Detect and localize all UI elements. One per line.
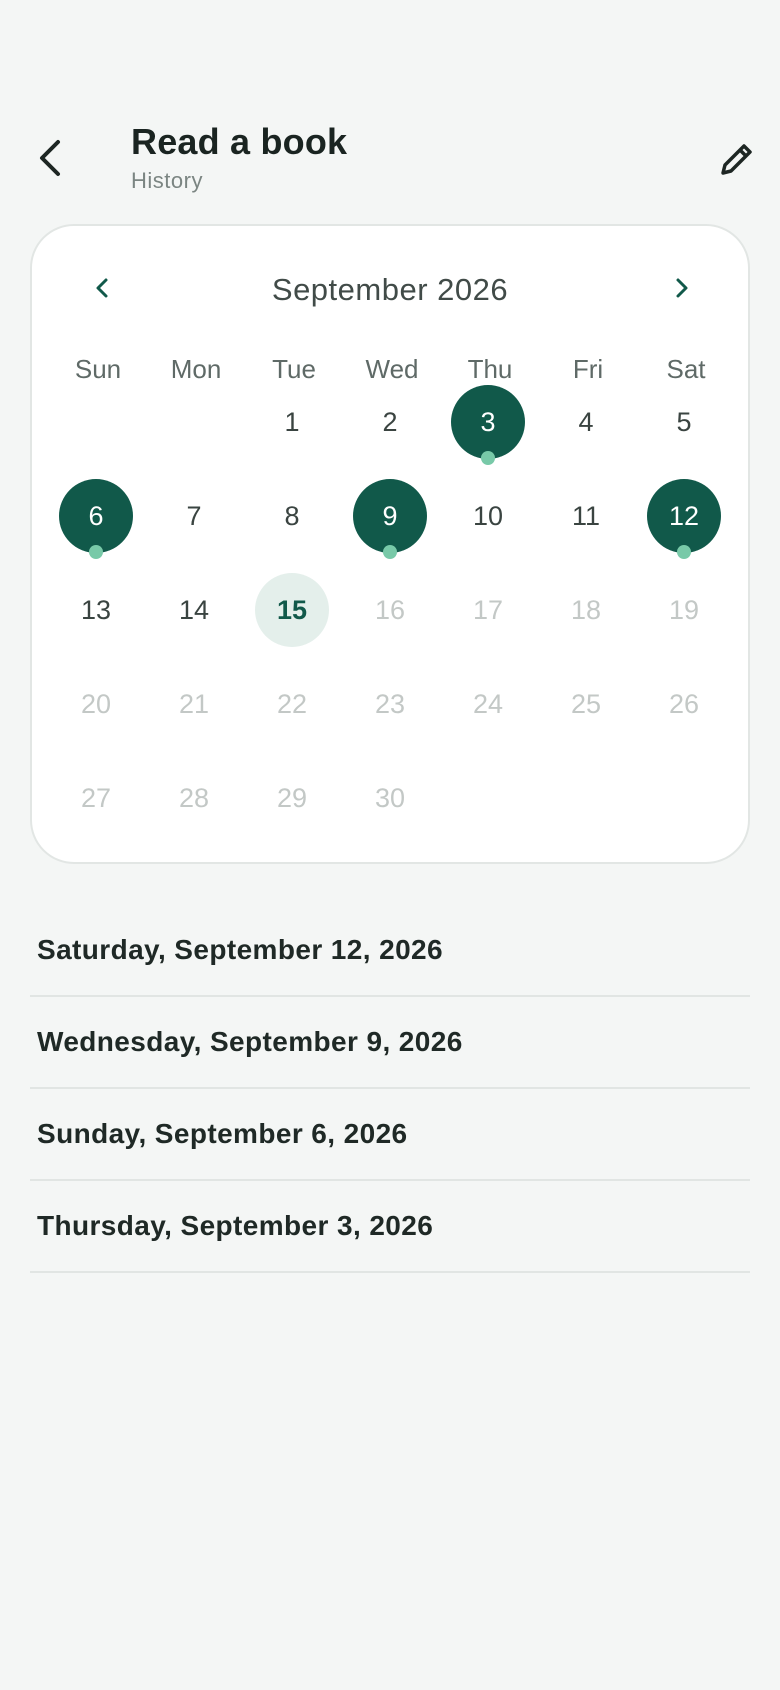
calendar-day-30[interactable]: 30 [353,761,427,835]
history-entry[interactable]: Saturday, September 12, 2026 [30,905,750,997]
calendar-day-3[interactable]: 3 [451,385,525,465]
history-entry[interactable]: Thursday, September 3, 2026 [30,1181,750,1273]
day-number: 25 [570,688,602,719]
calendar-day-26[interactable]: 26 [647,667,721,741]
calendar-day-20[interactable]: 20 [59,667,133,741]
pencil-icon [721,144,752,175]
calendar-day-19[interactable]: 19 [647,573,721,647]
day-number: 5 [676,406,692,437]
calendar-day-5[interactable]: 5 [647,385,721,459]
calendar-day-28[interactable]: 28 [157,761,231,835]
day-number: 7 [186,500,202,531]
calendar-day-24[interactable]: 24 [451,667,525,741]
completed-dot-indicator [677,545,691,559]
day-number: 27 [80,782,112,813]
app-header: Read a book History [0,0,780,210]
day-number: 8 [284,500,300,531]
day-number: 21 [178,688,210,719]
calendar-day-grid: 1 2 3 4 5 6 7 8 9 10 11 12 13 14 15 16 17 18 19 20 21 22 23 24 2… [32,226,752,866]
calendar-day-29[interactable]: 29 [255,761,329,835]
calendar-day-13[interactable]: 13 [59,573,133,647]
calendar-card: September 2026 Sun Mon Tue Wed Thu Fri S… [30,224,750,864]
calendar-day-17[interactable]: 17 [451,573,525,647]
day-number: 26 [668,688,700,719]
calendar-day-1[interactable]: 1 [255,385,329,459]
history-list: Saturday, September 12, 2026 Wednesday, … [30,905,750,1273]
chevron-left-icon [40,140,60,176]
calendar-day-23[interactable]: 23 [353,667,427,741]
day-number: 17 [472,594,504,625]
calendar-day-6[interactable]: 6 [59,479,133,559]
day-number: 18 [570,594,602,625]
day-number: 19 [668,594,700,625]
calendar-day-8[interactable]: 8 [255,479,329,553]
day-number: 20 [80,688,112,719]
day-number: 13 [80,594,112,625]
calendar-day-10[interactable]: 10 [451,479,525,553]
calendar-day-14[interactable]: 14 [157,573,231,647]
calendar-day-12[interactable]: 12 [647,479,721,559]
completed-dot-indicator [89,545,103,559]
calendar-day-15[interactable]: 15 [255,573,329,647]
day-number: 3 [480,406,496,437]
day-number: 2 [382,406,398,437]
calendar-day-9[interactable]: 9 [353,479,427,559]
calendar-day-21[interactable]: 21 [157,667,231,741]
day-number: 22 [276,688,308,719]
history-entry[interactable]: Sunday, September 6, 2026 [30,1089,750,1181]
back-button[interactable] [30,132,70,184]
calendar-day-16[interactable]: 16 [353,573,427,647]
day-number: 15 [276,594,308,625]
calendar-day-4[interactable]: 4 [549,385,623,459]
day-number: 10 [472,500,504,531]
day-number: 11 [571,500,601,531]
day-number: 16 [374,594,406,625]
calendar-day-18[interactable]: 18 [549,573,623,647]
page-subtitle: History [131,168,203,193]
day-number: 9 [382,500,398,531]
calendar-day-27[interactable]: 27 [59,761,133,835]
calendar-day-7[interactable]: 7 [157,479,231,553]
completed-dot-indicator [383,545,397,559]
calendar-day-22[interactable]: 22 [255,667,329,741]
completed-dot-indicator [481,451,495,465]
day-number: 4 [578,406,594,437]
calendar-day-25[interactable]: 25 [549,667,623,741]
day-number: 14 [178,594,210,625]
calendar-day-2[interactable]: 2 [353,385,427,459]
history-entry[interactable]: Wednesday, September 9, 2026 [30,997,750,1089]
day-number: 29 [276,782,308,813]
day-number: 24 [472,688,504,719]
calendar-day-11[interactable]: 11 [549,479,623,553]
day-number: 28 [178,782,210,813]
edit-button[interactable] [712,134,762,184]
day-number: 12 [668,500,700,531]
day-number: 1 [284,406,300,437]
page-title: Read a book [131,121,348,162]
day-number: 23 [374,688,406,719]
title-block: Read a book History [131,118,347,196]
day-number: 30 [374,782,406,813]
day-number: 6 [88,500,104,531]
